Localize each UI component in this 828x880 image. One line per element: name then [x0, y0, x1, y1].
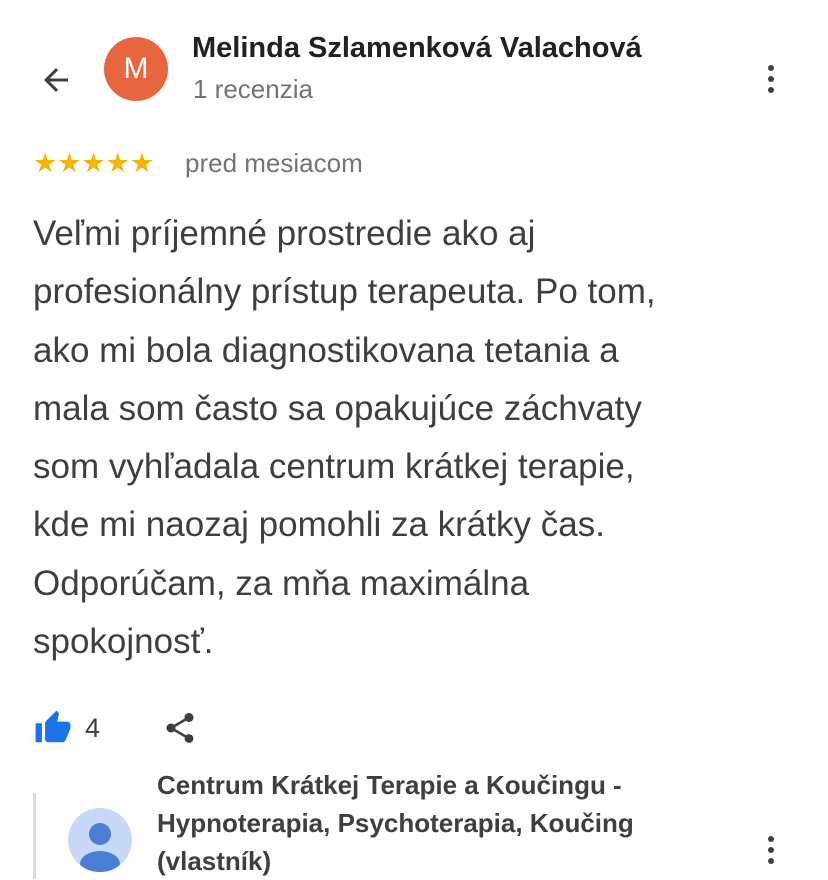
review-text-line: kde mi naozaj pomohli za krátky čas. — [33, 505, 605, 545]
share-button[interactable] — [162, 710, 198, 746]
review-text: Veľmi príjemné prostredie ako aj profesi… — [33, 205, 803, 671]
review-text-line: Veľmi príjemné prostredie ako aj — [33, 214, 536, 253]
more-options-button[interactable] — [759, 59, 783, 99]
thumbs-up-icon — [35, 710, 71, 743]
owner-name-line: Centrum Krátkej Terapie a Koučingu - — [157, 770, 622, 800]
review-time: pred mesiacom — [185, 148, 363, 178]
arrow-left-icon — [44, 68, 68, 92]
like-count: 4 — [85, 712, 101, 743]
more-dot — [768, 87, 774, 93]
review-text-line: ako mi bola diagnostikovana tetania a — [33, 330, 619, 370]
review-text-line: spokojnosť. — [33, 622, 214, 662]
person-icon — [80, 823, 120, 872]
star-rating: ★★★★★ — [33, 148, 155, 178]
owner-name-line: Hypnoterapia, Psychoterapia, Koučing — [157, 808, 634, 838]
more-dot — [768, 847, 774, 853]
more-dot — [768, 76, 774, 82]
review-text-line: Odporúčam, za mňa maximálna — [33, 563, 530, 603]
review-count: 1 recenzia — [193, 74, 313, 104]
back-button[interactable] — [36, 60, 76, 100]
owner-avatar[interactable] — [68, 808, 132, 872]
like-button[interactable]: 4 — [33, 709, 100, 747]
owner-role: (vlastník) — [157, 846, 272, 876]
more-dot — [768, 858, 774, 864]
review-text-line: mala som často sa opakujúce záchvaty — [33, 388, 642, 428]
reviewer-name[interactable]: Melinda Szlamenková Valachová — [192, 32, 642, 65]
review-text-line: som vyhľadala centrum krátkej terapie, — [33, 447, 635, 487]
owner-response-divider — [33, 793, 36, 879]
avatar-letter: M — [123, 52, 149, 85]
share-icon — [166, 713, 194, 743]
review-text-line: profesionálny prístup terapeuta. Po tom, — [33, 272, 656, 312]
more-vertical-icon — [768, 836, 774, 842]
owner-more-options-button[interactable] — [759, 830, 783, 870]
reviewer-avatar[interactable]: M — [104, 37, 168, 101]
more-vertical-icon — [768, 65, 774, 71]
owner-response-header: Centrum Krátkej Terapie a Koučingu - Hyp… — [157, 766, 737, 880]
